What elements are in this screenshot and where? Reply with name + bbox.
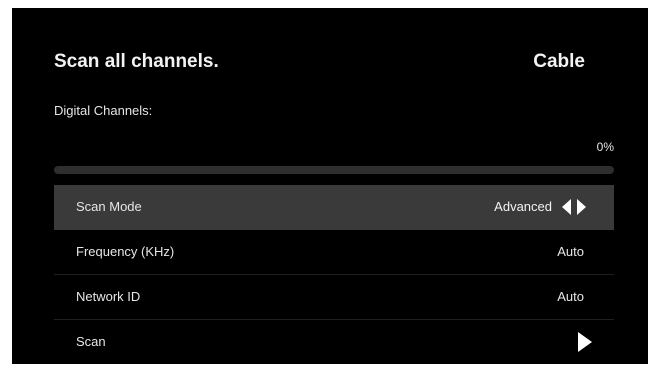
- progress-bar: [54, 166, 614, 174]
- progress-percent: 0%: [596, 140, 614, 154]
- menu-item-label: Frequency (KHz): [76, 244, 175, 259]
- left-right-arrows-icon[interactable]: [562, 198, 592, 216]
- menu-item-label: Scan: [76, 334, 106, 349]
- menu-item-scan-mode[interactable]: Scan Mode Advanced: [54, 185, 614, 230]
- tv-screen: Scan all channels. Cable Digital Channel…: [12, 8, 648, 364]
- menu-item-frequency[interactable]: Frequency (KHz) Auto: [54, 230, 614, 275]
- play-icon[interactable]: [578, 332, 592, 352]
- menu-item-label: Scan Mode: [76, 199, 142, 214]
- arrow-right-icon[interactable]: [577, 199, 586, 215]
- frequency-value: Auto: [557, 244, 584, 259]
- network-id-value: Auto: [557, 289, 584, 304]
- menu-item-label: Network ID: [76, 289, 141, 304]
- digital-channels-label: Digital Channels:: [54, 103, 153, 118]
- scan-settings-menu: Scan Mode Advanced Frequency (KHz) Auto …: [54, 185, 614, 364]
- arrow-left-icon[interactable]: [562, 199, 571, 215]
- scan-mode-value: Advanced: [494, 199, 552, 214]
- page-title: Scan all channels.: [54, 51, 219, 72]
- source-label: Cable: [533, 51, 585, 72]
- menu-item-network-id[interactable]: Network ID Auto: [54, 275, 614, 320]
- menu-item-scan[interactable]: Scan: [54, 320, 614, 364]
